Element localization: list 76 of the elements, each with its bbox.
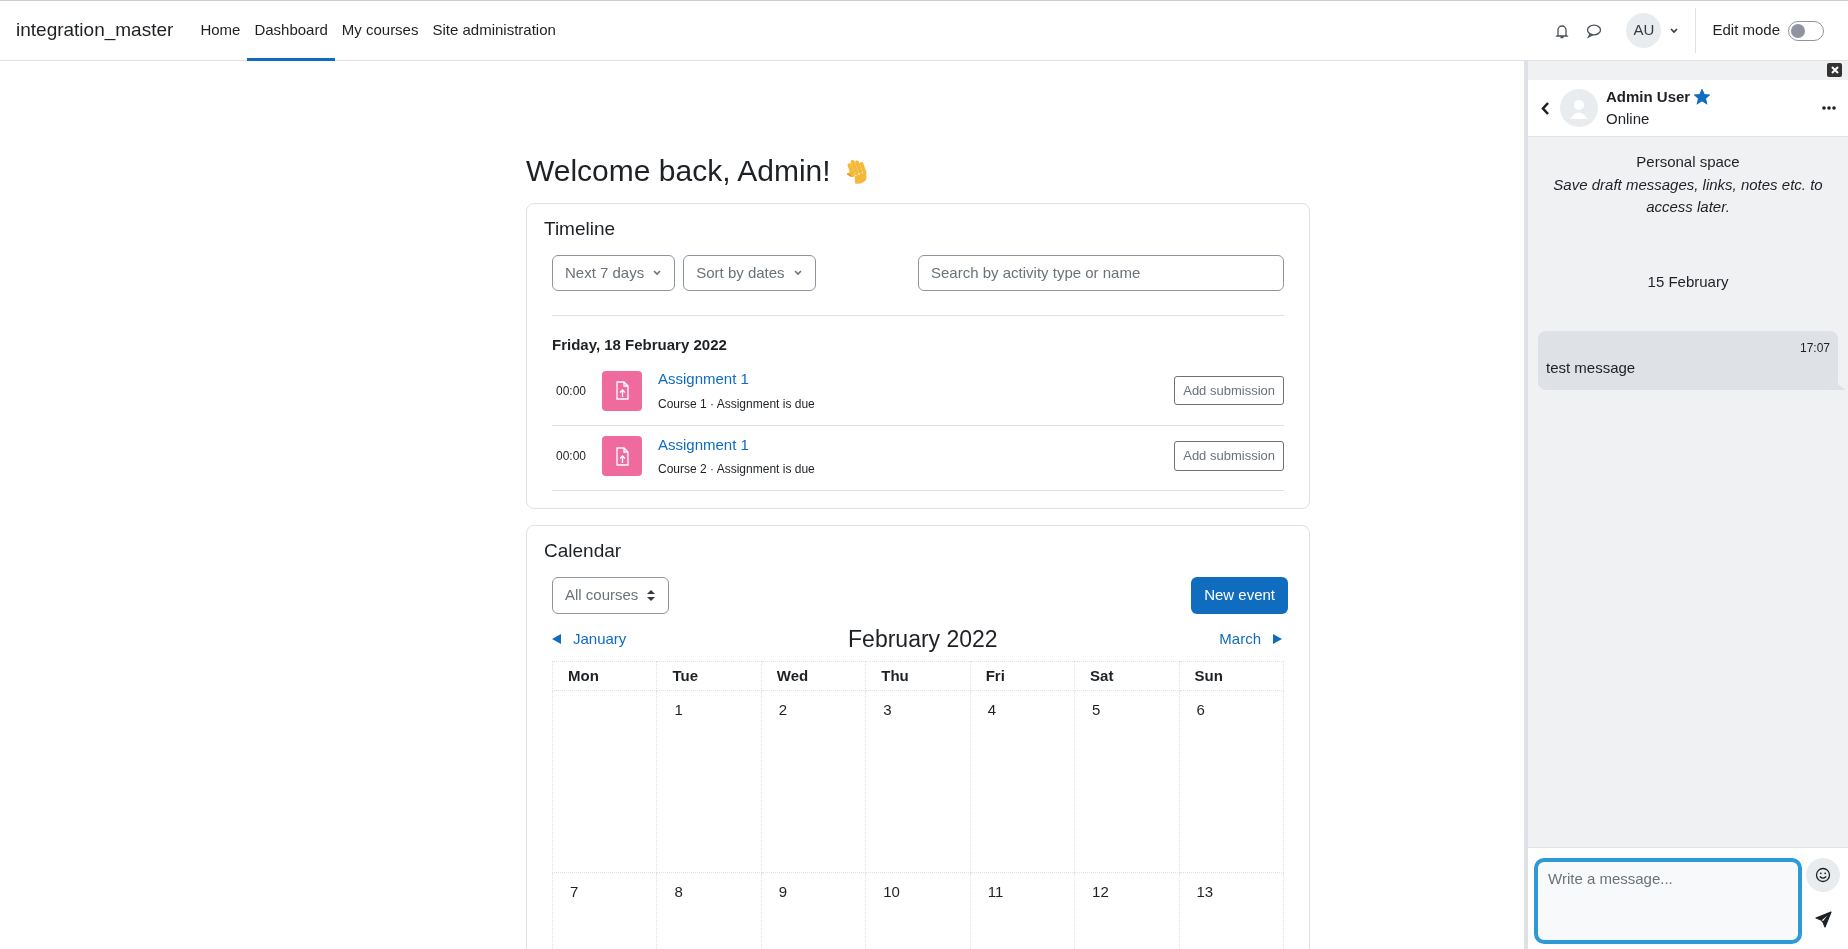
event-details: Course 2 · Assignment is due (658, 461, 816, 479)
weekday-header: Thu (865, 661, 971, 691)
weekday-header: Sun (1179, 661, 1284, 691)
contact-name: Admin User (1606, 86, 1691, 107)
user-initials: AU (1626, 13, 1662, 48)
previous-month-link[interactable]: January (552, 628, 627, 651)
new-event-button[interactable]: New event (1191, 577, 1288, 615)
edit-mode-label: Edit mode (1712, 20, 1780, 41)
day-number: 1 (674, 701, 683, 719)
month-title: February 2022 (848, 625, 998, 655)
day-number: 9 (778, 883, 788, 901)
paper-plane-icon (1814, 910, 1832, 928)
more-options-button[interactable] (1822, 106, 1836, 110)
day-number: 10 (883, 883, 900, 901)
day-number: 13 (1196, 883, 1214, 901)
day-number: 2 (778, 701, 788, 719)
up-down-caret-icon (646, 589, 657, 603)
speech-bubble-icon (1586, 22, 1603, 39)
smiley-icon (1815, 867, 1831, 883)
message-input[interactable]: Write a message... (1534, 858, 1802, 944)
nav-link[interactable]: Site administration (425, 0, 563, 61)
nav-link[interactable]: Dashboard (247, 0, 335, 61)
day-number: 7 (570, 883, 579, 901)
event-time: 00:00 (555, 448, 588, 466)
card-title: Timeline (544, 218, 617, 241)
day-number: 5 (1092, 701, 1101, 719)
weekday-header: Wed (761, 661, 866, 691)
message-time: 17:07 (1798, 340, 1830, 357)
weekday-header: Fri (970, 661, 1075, 691)
message-text: test message (1546, 358, 1637, 378)
notifications-button[interactable] (1554, 22, 1571, 39)
date-heading: Friday, 18 February 2022 (552, 334, 728, 355)
event-link[interactable]: Assignment 1 (658, 370, 749, 388)
next-month-link[interactable]: March (1219, 628, 1282, 651)
weekday-header: Mon (552, 661, 657, 691)
user-menu-button[interactable]: AU (1626, 13, 1680, 48)
bell-icon (1554, 22, 1571, 39)
emoji-button[interactable] (1806, 858, 1840, 892)
nav-link[interactable]: My courses (334, 0, 426, 61)
filter-dropdown[interactable]: Sort by dates (683, 254, 816, 291)
filter-dropdown[interactable]: Next 7 days (552, 254, 676, 291)
assignment-icon (602, 370, 642, 411)
back-button[interactable] (1540, 100, 1550, 116)
event-time: 00:00 (555, 382, 588, 400)
edit-mode-switch[interactable] (1788, 20, 1824, 41)
event-details: Course 1 · Assignment is due (658, 395, 816, 413)
site-name[interactable]: integration_master (16, 16, 174, 45)
close-icon (1829, 65, 1840, 75)
close-button[interactable] (1827, 63, 1842, 77)
caret-icon (1669, 26, 1680, 35)
messages-button[interactable] (1586, 22, 1603, 39)
personal-space-description: Save draft messages, links, notes etc. to access later. (1552, 174, 1824, 217)
date-separator: 15 February (1646, 271, 1730, 292)
add-submission-button[interactable]: Add submission (1174, 375, 1284, 406)
day-number: 4 (987, 701, 997, 719)
assignment-icon (602, 436, 642, 477)
course-select[interactable]: All courses (552, 577, 670, 615)
caret-icon (792, 268, 803, 278)
right-triangle-icon (1273, 634, 1282, 645)
contact-status: Online (1606, 109, 1651, 129)
caret-icon (652, 268, 663, 278)
day-number: 8 (674, 883, 683, 901)
card-title: Calendar (544, 540, 623, 564)
weekday-header: Sat (1074, 661, 1180, 691)
left-triangle-icon (552, 634, 561, 645)
welcome-heading: Welcome back, Admin! (526, 153, 831, 189)
day-number: 11 (987, 883, 1004, 901)
search-field[interactable]: Search by activity type or name (918, 254, 1284, 291)
nav-link[interactable]: Home (193, 0, 248, 61)
add-submission-button[interactable]: Add submission (1174, 441, 1284, 471)
day-number: 12 (1092, 883, 1109, 901)
personal-space-title: Personal space (1635, 152, 1741, 172)
event-link[interactable]: Assignment 1 (658, 435, 749, 453)
day-number: 6 (1196, 701, 1205, 719)
day-number: 3 (883, 701, 892, 719)
weekday-header: Tue (656, 661, 762, 691)
